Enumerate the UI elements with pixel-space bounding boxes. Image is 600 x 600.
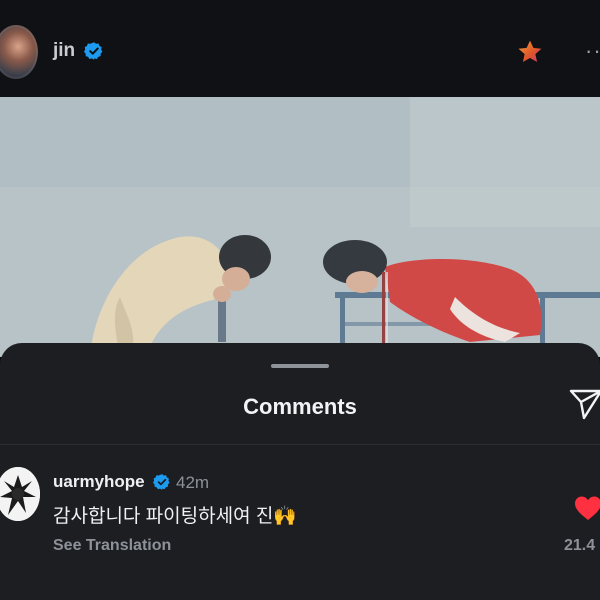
more-options-icon[interactable]: ··	[585, 38, 600, 64]
star-icon[interactable]	[516, 38, 544, 66]
verified-badge-icon	[84, 42, 103, 60]
post-photo[interactable]	[0, 97, 600, 357]
verified-badge-icon	[153, 474, 170, 490]
heart-icon[interactable]	[573, 495, 600, 521]
profile-avatar[interactable]	[0, 25, 38, 79]
comment-timestamp: 42m	[176, 473, 210, 492]
see-translation-link[interactable]: See Translation	[53, 537, 171, 555]
comments-sheet: Comments uarmyhope 42m 감사합니다 파이팅하세여 진🙌 S…	[0, 343, 600, 600]
comments-title: Comments	[243, 394, 357, 419]
send-icon[interactable]	[568, 387, 600, 421]
commenter-avatar[interactable]	[0, 467, 40, 521]
post-screen: jin ·· Comments uarmyhope 42m 감사합니다 파이팅하…	[0, 0, 600, 600]
sheet-drag-handle[interactable]	[271, 364, 329, 368]
profile-username[interactable]: jin	[53, 40, 75, 62]
comment-text: 감사합니다 파이팅하세여 진🙌	[53, 506, 297, 527]
commenter-username[interactable]: uarmyhope	[53, 472, 145, 492]
sheet-divider	[0, 444, 600, 445]
post-header: jin ··	[0, 0, 600, 97]
like-count: 21.4	[564, 537, 596, 554]
